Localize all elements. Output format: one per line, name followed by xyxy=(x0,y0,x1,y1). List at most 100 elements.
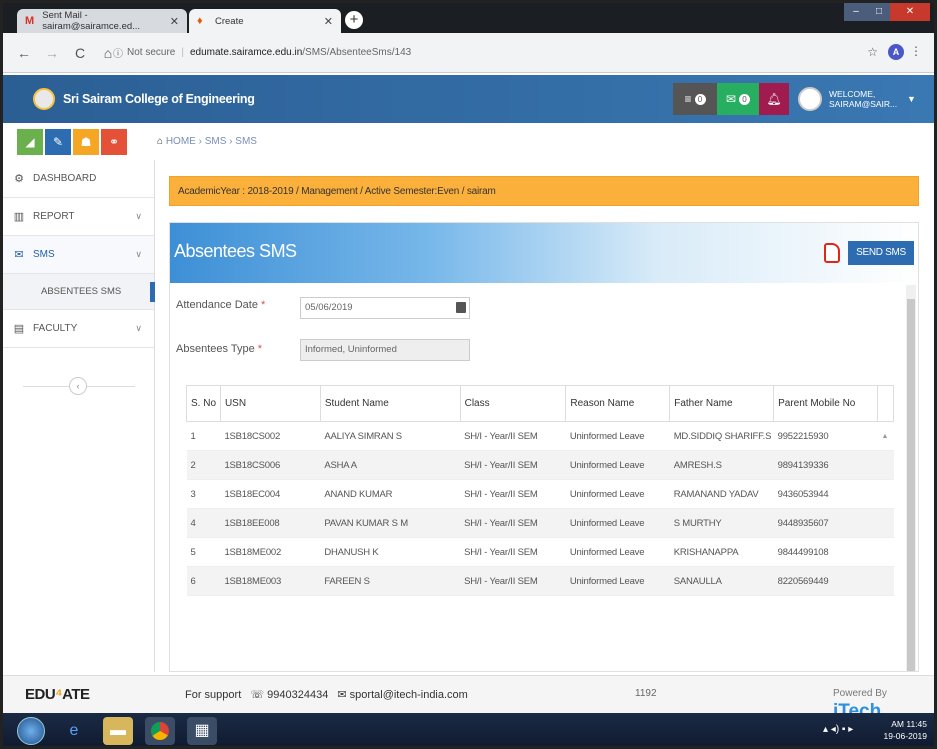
sidebar-subitem-absentees-sms[interactable]: ABSENTEES SMS xyxy=(3,274,155,310)
support-email[interactable]: sportal@itech-india.com xyxy=(350,689,468,701)
users-icon[interactable]: ☗ xyxy=(73,129,99,155)
messages-button[interactable]: ≡ 0 xyxy=(673,83,717,115)
collapse-sidebar-button[interactable]: ‹ xyxy=(69,377,87,395)
pdf-icon[interactable] xyxy=(824,243,840,263)
support-label: For support xyxy=(185,689,242,701)
table-row[interactable]: 5 1SB18ME002 DHANUSH K SH/I - Year/II SE… xyxy=(186,537,894,567)
cell-reason: Uninformed Leave xyxy=(565,537,670,567)
cell-sno: 5 xyxy=(186,537,221,567)
minimize-icon[interactable]: – xyxy=(844,3,868,21)
maximize-icon[interactable]: □ xyxy=(868,3,890,21)
document-icon[interactable]: ▦ xyxy=(187,717,217,745)
calendar-icon[interactable] xyxy=(456,302,466,313)
column-header[interactable]: Reason Name xyxy=(565,385,671,422)
system-tray[interactable]: ▴ ◂) ▪ ▸ xyxy=(823,724,853,735)
folder-icon[interactable]: ▬ xyxy=(103,717,133,745)
share-icon[interactable]: ⚭ xyxy=(101,129,127,155)
breadcrumb-path[interactable]: HOME › SMS › SMS xyxy=(166,136,257,147)
cell-father-name: S MURTHY xyxy=(669,508,774,538)
menu-kebab-icon[interactable]: ⋮ xyxy=(910,44,922,58)
sidebar-item-dashboard[interactable]: ⚙ DASHBOARD xyxy=(3,160,154,198)
chrome-icon[interactable] xyxy=(145,717,175,745)
college-logo xyxy=(33,88,55,110)
cell-mobile: 8220569449 xyxy=(773,566,878,596)
notifications-button[interactable]: 🔔︎ xyxy=(759,83,789,115)
column-header[interactable]: Parent Mobile No xyxy=(773,385,878,422)
cell-reason: Uninformed Leave xyxy=(565,479,670,509)
cell-spacer xyxy=(877,508,894,538)
column-header[interactable]: Father Name xyxy=(669,385,775,422)
pencil-icon[interactable]: ✎ xyxy=(45,129,71,155)
attendance-date-input[interactable]: 05/06/2019 xyxy=(300,297,470,319)
ie-icon[interactable]: e xyxy=(59,717,89,745)
cell-reason: Uninformed Leave xyxy=(565,450,670,480)
table-scroll-up-icon[interactable]: ▲ xyxy=(877,421,894,451)
profile-avatar[interactable]: A xyxy=(888,44,904,60)
url-path: /SMS/AbsenteeSms/143 xyxy=(302,46,412,58)
bookmark-star-icon[interactable]: ☆ xyxy=(867,45,878,59)
gmail-icon: M xyxy=(25,15,35,27)
welcome-text[interactable]: WELCOME, SAIRAM@SAIR... xyxy=(829,89,897,109)
cell-sno: 4 xyxy=(186,508,221,538)
chevron-down-icon[interactable]: ▼ xyxy=(907,94,916,104)
security-status: Not secure xyxy=(127,46,176,58)
column-header[interactable]: S. No xyxy=(186,385,221,422)
cell-sno: 6 xyxy=(186,566,221,596)
windows-taskbar: e ▬ ▦ ▴ ◂) ▪ ▸ AM 11:45 19-06-2019 xyxy=(3,713,934,746)
cell-spacer xyxy=(877,450,894,480)
send-sms-button[interactable]: SEND SMS xyxy=(848,241,914,265)
info-icon[interactable]: ⓘ xyxy=(113,45,123,60)
browser-tab-strip: M Sent Mail - sairam@sairamce.ed... ✕ ♦ … xyxy=(3,3,934,33)
column-header[interactable]: Student Name xyxy=(320,385,461,422)
column-header[interactable]: Class xyxy=(460,385,567,422)
browser-tab-create[interactable]: ♦ Create ✕ xyxy=(189,9,341,33)
chevron-down-icon: ∨ xyxy=(135,323,142,333)
sidebar-item-faculty[interactable]: ▤ FACULTY ∨ xyxy=(3,310,154,348)
sidebar: ⚙ DASHBOARD ▥ REPORT ∨ ✉ SMS ∨ ABSENTEES… xyxy=(3,160,155,672)
close-icon[interactable]: ✕ xyxy=(170,15,179,28)
cell-father-name: AMRESH.S xyxy=(669,450,774,480)
user-avatar[interactable] xyxy=(798,87,822,111)
start-button[interactable] xyxy=(17,717,45,745)
absentees-panel: Absentees SMS SEND SMS Attendance Date *… xyxy=(169,222,919,672)
phone-icon: ☏ xyxy=(250,689,265,701)
new-tab-button[interactable]: + xyxy=(345,11,363,29)
support-info: For support ☏ 9940324434 ✉ sportal@itech… xyxy=(185,688,468,701)
attendance-date-value: 05/06/2019 xyxy=(305,302,353,313)
table-row[interactable]: 1 1SB18CS002 AALIYA SIMRAN S SH/I - Year… xyxy=(186,421,894,451)
sidebar-item-label: SMS xyxy=(33,249,55,260)
close-icon[interactable]: ✕ xyxy=(324,15,333,28)
table-row[interactable]: 3 1SB18EC004 ANAND KUMAR SH/I - Year/II … xyxy=(186,479,894,509)
taskbar-clock[interactable]: AM 11:45 19-06-2019 xyxy=(883,718,927,742)
cell-sno: 2 xyxy=(186,450,221,480)
scrollbar-thumb[interactable] xyxy=(907,299,915,671)
close-window-icon[interactable]: ✕ xyxy=(890,3,930,21)
quick-action-buttons: ◢ ✎ ☗ ⚭ xyxy=(17,129,127,155)
back-icon[interactable]: ← xyxy=(17,45,31,61)
cell-father-name: RAMANAND YADAV xyxy=(669,479,774,509)
table-row[interactable]: 2 1SB18CS006 ASHA A SH/I - Year/II SEM U… xyxy=(186,450,894,480)
sidebar-item-sms[interactable]: ✉ SMS ∨ xyxy=(3,236,154,274)
table-row[interactable]: 6 1SB18ME003 FAREEN S SH/I - Year/II SEM… xyxy=(186,566,894,596)
address-bar[interactable]: ⓘ Not secure | edumate.sairamce.edu.in /… xyxy=(113,40,853,64)
url-host: edumate.sairamce.edu.in xyxy=(189,46,303,58)
mail-button[interactable]: ✉ 0 xyxy=(717,83,759,115)
dashboard-icon: ⚙ xyxy=(14,173,24,185)
chart-icon[interactable]: ◢ xyxy=(17,129,43,155)
cell-father-name: SANAULLA xyxy=(669,566,774,596)
table-header-row: S. No USN Student Name Class Reason Name… xyxy=(186,385,895,422)
reload-icon[interactable]: C xyxy=(73,45,87,61)
absentees-type-input[interactable]: Informed, Uninformed xyxy=(300,339,470,361)
absentees-type-label: Absentees Type * xyxy=(176,343,262,355)
cell-student-name: FAREEN S xyxy=(320,566,461,596)
column-header[interactable]: USN xyxy=(220,385,321,422)
table-row[interactable]: 4 1SB18EE008 PAVAN KUMAR S M SH/I - Year… xyxy=(186,508,894,538)
forward-icon[interactable]: → xyxy=(45,45,59,61)
home-icon[interactable]: ⌂ xyxy=(157,136,166,147)
sidebar-item-report[interactable]: ▥ REPORT ∨ xyxy=(3,198,154,236)
powered-label: Powered By xyxy=(833,688,887,699)
sidebar-subitem-label: ABSENTEES SMS xyxy=(41,286,122,297)
panel-scrollbar[interactable] xyxy=(906,285,916,671)
browser-tab-gmail[interactable]: M Sent Mail - sairam@sairamce.ed... ✕ xyxy=(17,9,187,33)
cell-usn: 1SB18CS002 xyxy=(220,421,321,451)
